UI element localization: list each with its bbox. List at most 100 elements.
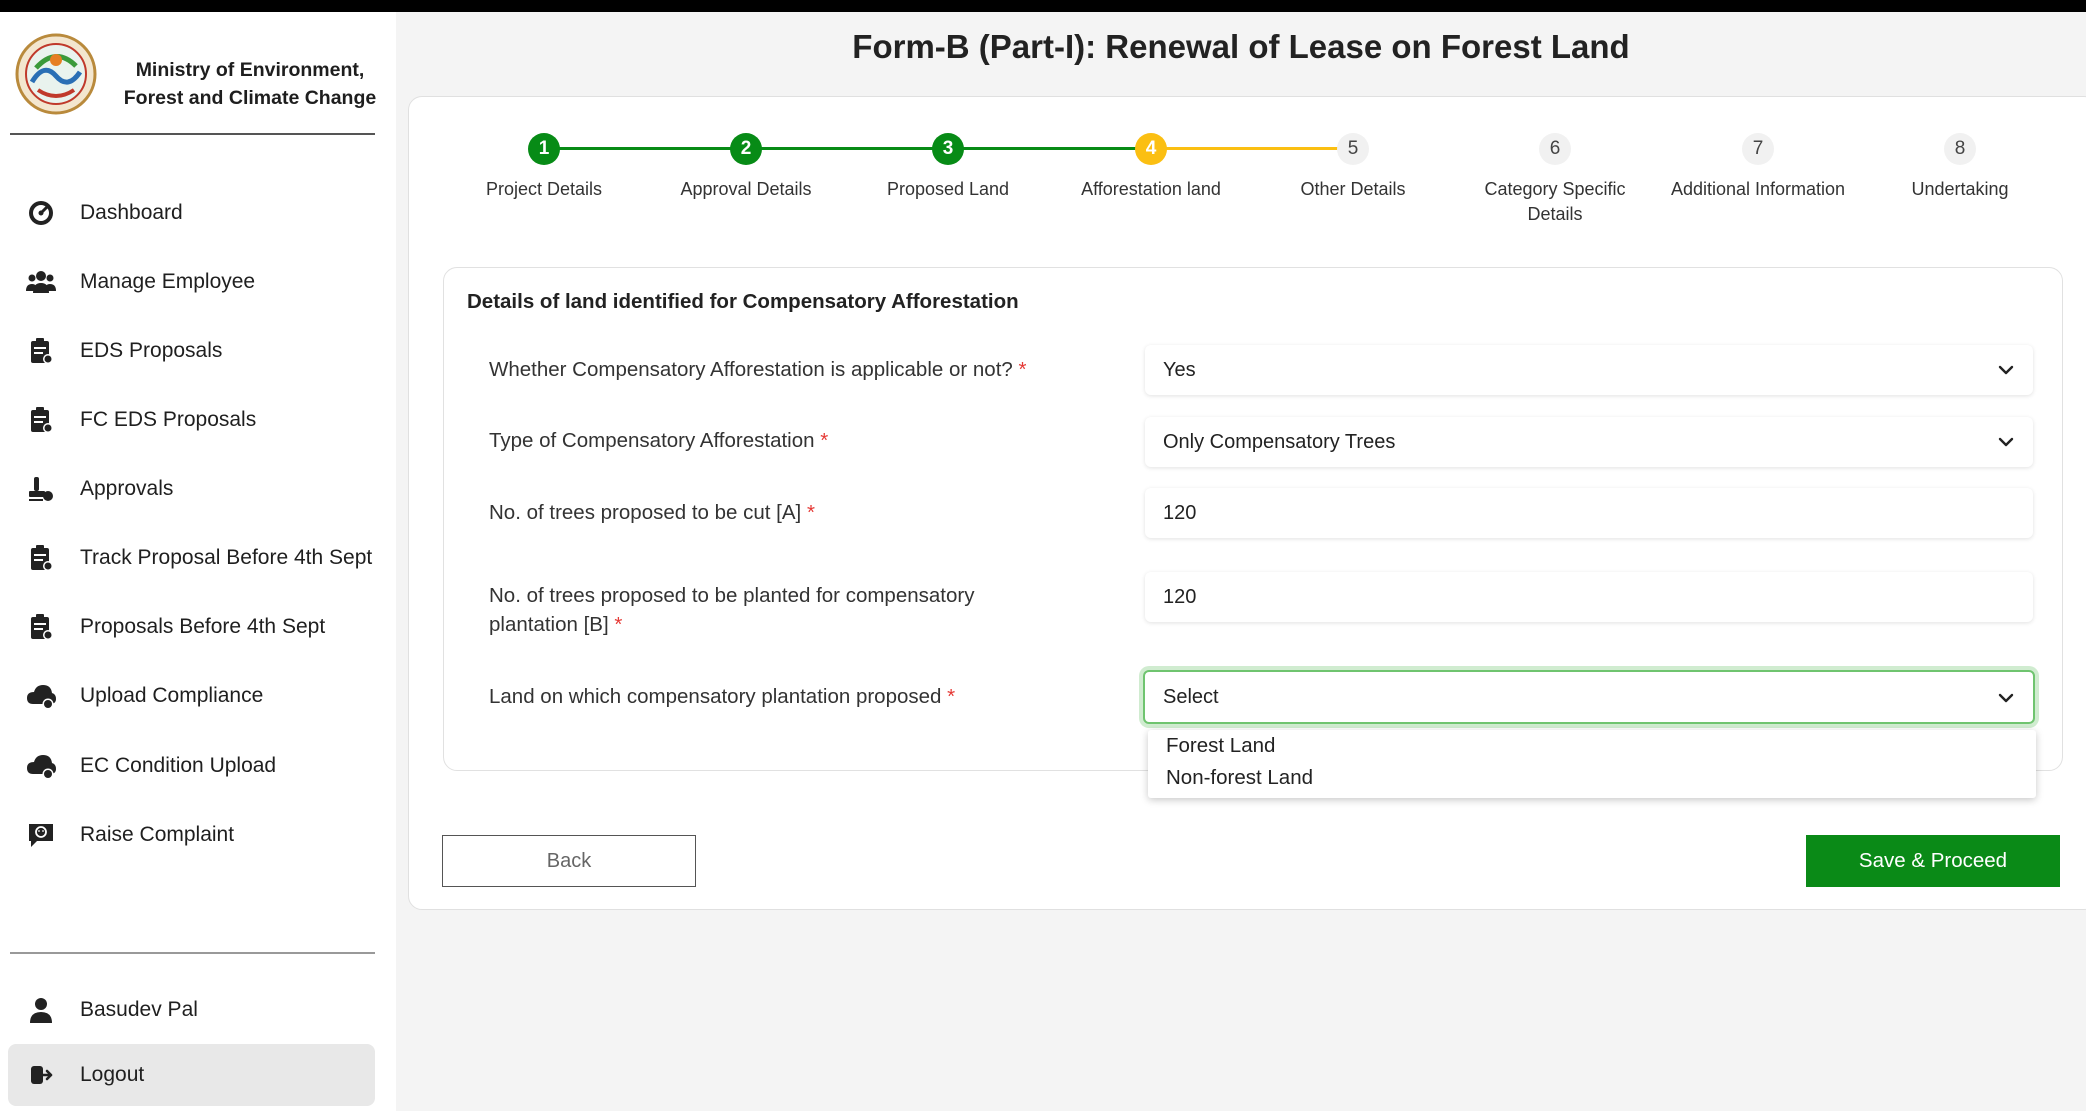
stepper-line-active bbox=[1151, 147, 1353, 150]
sidebar-item-manage-employee[interactable]: Manage Employee bbox=[14, 254, 382, 310]
chevron-down-icon bbox=[1998, 365, 2014, 375]
step-number: 2 bbox=[730, 133, 762, 165]
field-label-text: No. of trees proposed to be cut [A] bbox=[489, 501, 802, 524]
step-number: 7 bbox=[1742, 133, 1774, 165]
sidebar-item-fc-eds-proposals[interactable]: FC EDS Proposals bbox=[14, 392, 382, 448]
step-number: 3 bbox=[932, 133, 964, 165]
sidebar-item-raise-complaint[interactable]: Raise Complaint bbox=[14, 807, 382, 863]
sidebar-item-label: FC EDS Proposals bbox=[80, 408, 257, 431]
select-value: Only Compensatory Trees bbox=[1163, 430, 1396, 453]
sidebar-item-label: Proposals Before 4th Sept bbox=[80, 615, 326, 638]
sidebar-item-approvals[interactable]: Approvals bbox=[14, 461, 382, 517]
sidebar-divider bbox=[10, 952, 375, 954]
field-label-trees-planted: No. of trees proposed to be planted for … bbox=[489, 581, 1069, 639]
step-label: Project Details bbox=[485, 179, 603, 199]
field-label-text: No. of trees proposed to be planted for … bbox=[489, 584, 975, 636]
field-label-plantation-land: Land on which compensatory plantation pr… bbox=[489, 682, 1109, 711]
complaint-icon bbox=[26, 820, 56, 850]
step-number: 1 bbox=[528, 133, 560, 165]
app-window: Ministry of Environment, Forest and Clim… bbox=[0, 12, 2086, 1111]
required-mark: * bbox=[614, 613, 623, 636]
field-label-text: Land on which compensatory plantation pr… bbox=[489, 685, 942, 708]
step-label: Proposed Land bbox=[886, 179, 1010, 199]
brand-divider bbox=[10, 133, 375, 135]
chevron-down-icon bbox=[1998, 437, 2014, 447]
step-label: Additional Information bbox=[1670, 179, 1846, 199]
sidebar: Ministry of Environment, Forest and Clim… bbox=[0, 12, 396, 1111]
sidebar-item-proposals-before[interactable]: Proposals Before 4th Sept bbox=[14, 599, 382, 655]
ministry-name-line2: Forest and Climate Change bbox=[123, 87, 377, 109]
sidebar-item-label: Upload Compliance bbox=[80, 684, 264, 707]
required-mark: * bbox=[820, 429, 829, 452]
save-and-proceed-button[interactable]: Save & Proceed bbox=[1806, 835, 2060, 887]
clipboard-icon bbox=[26, 405, 56, 435]
required-mark: * bbox=[1018, 358, 1027, 381]
input-value: 120 bbox=[1163, 501, 1197, 524]
field-label-text: Whether Compensatory Afforestation is ap… bbox=[489, 358, 1013, 381]
trees-cut-input[interactable]: 120 bbox=[1145, 488, 2033, 538]
dashboard-icon bbox=[26, 198, 56, 228]
sidebar-item-dashboard[interactable]: Dashboard bbox=[14, 185, 382, 241]
user-name: Basudev Pal bbox=[80, 998, 198, 1021]
plantation-land-select[interactable]: Select bbox=[1143, 670, 2035, 724]
sidebar-item-eds-proposals[interactable]: EDS Proposals bbox=[14, 323, 382, 379]
clipboard-icon bbox=[26, 612, 56, 642]
field-label-ca-applicable: Whether Compensatory Afforestation is ap… bbox=[489, 355, 1109, 384]
sidebar-item-track-proposal[interactable]: Track Proposal Before 4th Sept bbox=[14, 530, 382, 586]
dropdown-option-forest-land[interactable]: Forest Land bbox=[1166, 734, 1275, 758]
stepper-line-complete bbox=[543, 147, 1151, 150]
required-mark: * bbox=[947, 685, 956, 708]
sidebar-item-ec-condition-upload[interactable]: EC Condition Upload bbox=[14, 738, 382, 794]
step-number: 5 bbox=[1337, 133, 1369, 165]
progress-stepper: 1 Project Details 2 Approval Details 3 P… bbox=[409, 97, 2086, 247]
step-label: Other Details bbox=[1300, 179, 1406, 199]
clipboard-icon bbox=[26, 336, 56, 366]
dropdown-option-non-forest-land[interactable]: Non-forest Land bbox=[1166, 766, 1313, 790]
ministry-name-line1: Ministry of Environment, bbox=[135, 59, 365, 81]
ministry-logo bbox=[14, 32, 98, 116]
ministry-name: Ministry of Environment, Forest and Clim… bbox=[110, 56, 390, 112]
page-title: Form-B (Part-I): Renewal of Lease on For… bbox=[852, 28, 1630, 65]
sidebar-item-label: Dashboard bbox=[80, 201, 183, 224]
step-label: Undertaking bbox=[1911, 179, 2009, 199]
select-value: Yes bbox=[1163, 358, 1196, 381]
logout-label: Logout bbox=[80, 1063, 145, 1086]
field-label-ca-type: Type of Compensatory Afforestation * bbox=[489, 426, 1109, 455]
step-label: Approval Details bbox=[680, 179, 812, 199]
sidebar-item-label: Manage Employee bbox=[80, 270, 256, 293]
compensatory-afforestation-section: Details of land identified for Compensat… bbox=[443, 267, 2063, 771]
trees-planted-input[interactable]: 120 bbox=[1145, 572, 2033, 622]
ca-type-select[interactable]: Only Compensatory Trees bbox=[1145, 417, 2033, 467]
cloud-upload-icon bbox=[26, 681, 56, 711]
select-value: Select bbox=[1163, 685, 1219, 708]
users-icon bbox=[26, 267, 56, 297]
logout-icon bbox=[26, 1060, 56, 1090]
logout-button[interactable]: Logout bbox=[8, 1044, 375, 1106]
sidebar-item-label: Raise Complaint bbox=[80, 823, 235, 846]
plantation-land-dropdown-menu: Forest Land Non-forest Land bbox=[1148, 730, 2036, 798]
brand: Ministry of Environment, Forest and Clim… bbox=[12, 24, 376, 134]
chevron-down-icon bbox=[1998, 693, 2014, 703]
section-title: Details of land identified for Compensat… bbox=[467, 290, 1019, 313]
stamp-icon bbox=[26, 474, 56, 504]
step-number: 4 bbox=[1135, 133, 1167, 165]
user-icon bbox=[26, 995, 56, 1025]
cloud-upload-icon bbox=[26, 751, 56, 781]
step-number: 8 bbox=[1944, 133, 1976, 165]
field-label-text: Type of Compensatory Afforestation bbox=[489, 429, 815, 452]
required-mark: * bbox=[806, 501, 815, 524]
sidebar-item-upload-compliance[interactable]: Upload Compliance bbox=[14, 668, 382, 724]
step-label: Category Specific Details bbox=[1484, 179, 1626, 224]
input-value: 120 bbox=[1163, 585, 1197, 608]
sidebar-item-label: EDS Proposals bbox=[80, 339, 223, 362]
user-profile[interactable]: Basudev Pal bbox=[14, 982, 382, 1038]
ca-applicable-select[interactable]: Yes bbox=[1145, 345, 2033, 395]
sidebar-item-label: Track Proposal Before 4th Sept bbox=[80, 546, 373, 569]
step-number: 6 bbox=[1539, 133, 1571, 165]
step-label: Afforestation land bbox=[1081, 179, 1221, 199]
field-label-trees-cut: No. of trees proposed to be cut [A] * bbox=[489, 498, 1109, 527]
sidebar-item-label: EC Condition Upload bbox=[80, 754, 277, 777]
clipboard-icon bbox=[26, 543, 56, 573]
sidebar-item-label: Approvals bbox=[80, 477, 174, 500]
back-button[interactable]: Back bbox=[442, 835, 696, 887]
